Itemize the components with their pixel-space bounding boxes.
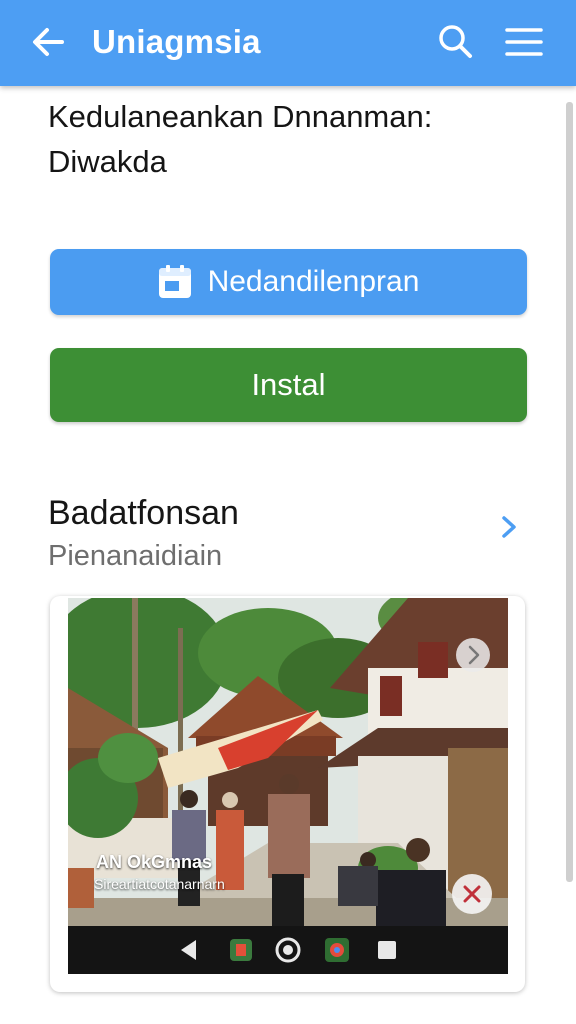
install-label: Instal [251,367,326,402]
search-icon[interactable] [436,22,476,62]
primary-action-button[interactable]: Nedandilenpran [50,249,527,315]
close-icon [463,885,481,903]
scrollbar[interactable] [566,102,573,882]
village-photo[interactable]: AN OkGmnas Sireartiatcotanarnarn [68,598,508,974]
primary-action-label: Nedandilenpran [207,265,420,298]
recents-square-icon[interactable] [374,937,400,963]
headline-line-1: Kedulaneankan Dnnanman: [48,99,433,134]
back-triangle-icon[interactable] [176,937,202,963]
media-card[interactable]: AN OkGmnas Sireartiatcotanarnarn [50,596,525,992]
page-headline: Kedulaneankan Dnnanman: Diwakda [48,94,518,184]
headline-line-2: Diwakda [48,144,167,179]
arrow-back-icon[interactable] [28,22,68,62]
app-title: Uniagmsia [92,23,261,60]
embedded-nav-bar [68,926,508,974]
menu-icon[interactable] [502,22,546,62]
close-button[interactable] [452,874,492,914]
photo-illustration [68,598,508,974]
install-button[interactable]: Instal [50,348,527,422]
chevron-right-icon[interactable] [498,514,520,540]
section-subtitle: Pienanaidiain [48,540,223,572]
media-caption-subtitle: Sireartiatcotanarnarn [94,876,225,892]
app-bar: Uniagmsia [0,0,576,86]
app-icon[interactable] [228,937,254,963]
calendar-icon [158,265,192,299]
next-button[interactable] [456,638,490,672]
media-caption-title: AN OkGmnas [96,852,213,872]
section-title: Badatfonsan [48,494,239,532]
chevron-right-icon [468,645,480,665]
browser-icon[interactable] [324,937,350,963]
home-circle-icon[interactable] [275,937,301,963]
